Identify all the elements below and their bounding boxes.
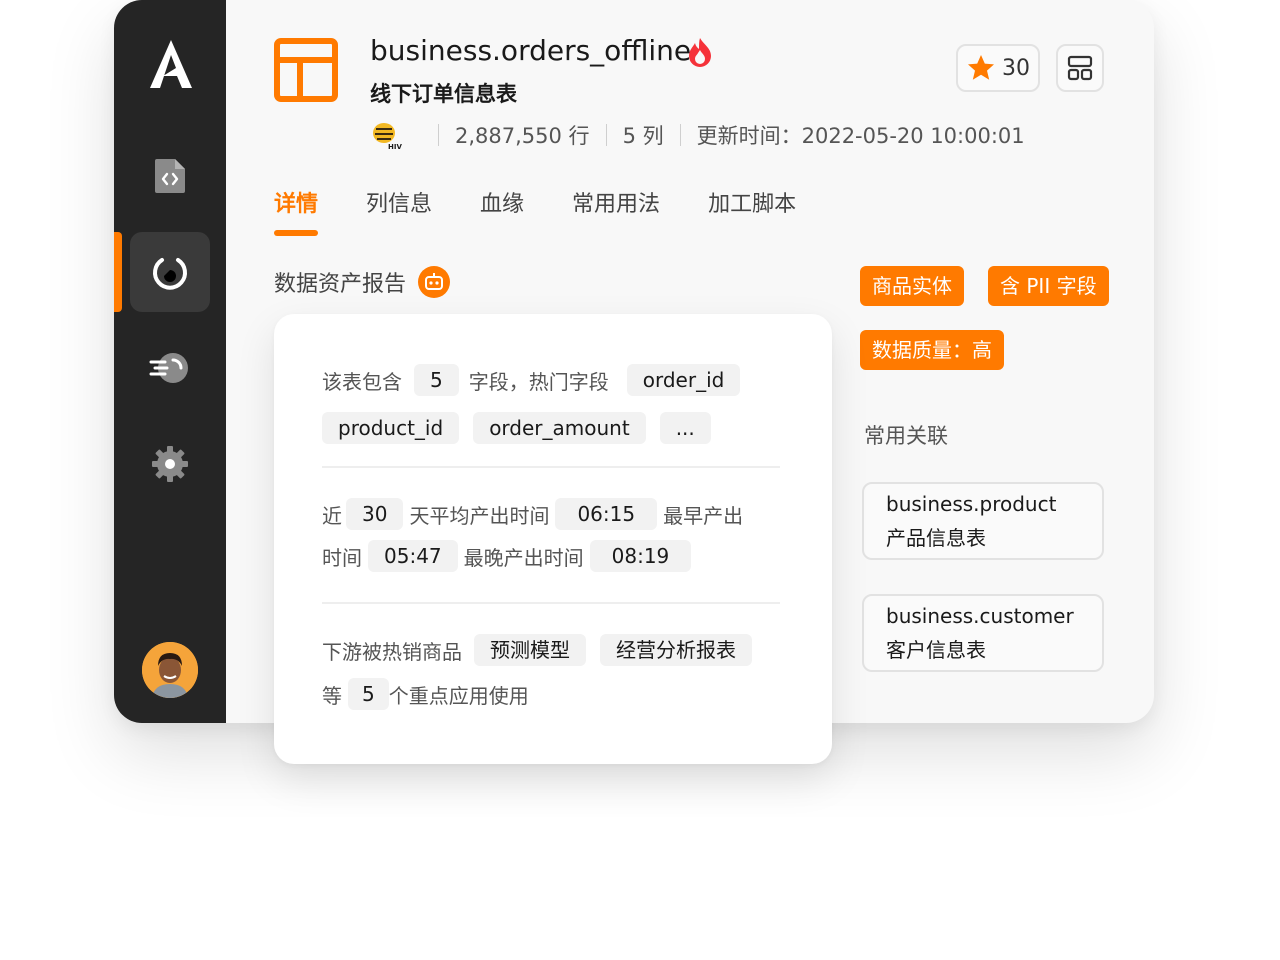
report-text: 天平均产出时间 <box>409 503 550 528</box>
gear-icon <box>152 446 188 482</box>
star-icon <box>968 55 994 80</box>
avatar[interactable] <box>142 642 198 698</box>
report-text: 字段，热门字段 <box>468 369 609 394</box>
report-text: 该表包含 <box>322 369 402 394</box>
robot-icon[interactable] <box>418 266 451 298</box>
report-line-downstream: 下游被热销商品 预测模型 经营分析报表 <box>322 634 758 666</box>
hive-icon: HIVE <box>373 123 402 151</box>
tag-pii[interactable]: 含 PII 字段 <box>988 266 1109 306</box>
association-card[interactable]: business.product 产品信息表 <box>862 482 1104 560</box>
report-text: 个重点应用使用 <box>388 683 529 708</box>
report-text: 时间 <box>322 545 362 570</box>
days-chip: 30 <box>346 498 404 530</box>
active-nav-indicator <box>114 232 122 312</box>
more-fields-chip[interactable]: ... <box>659 412 711 444</box>
user-avatar-icon <box>142 642 198 698</box>
speed-icon <box>149 353 188 383</box>
updated-time: 更新时间：2022-05-20 10:00:01 <box>696 124 1025 148</box>
report-line-fields: 该表包含 5 字段，热门字段 order_id <box>322 364 746 396</box>
tab-lineage[interactable]: 血缘 <box>480 186 524 230</box>
sidebar <box>114 0 226 723</box>
layout-icon <box>1067 55 1093 81</box>
tab-scripts[interactable]: 加工脚本 <box>708 186 796 230</box>
association-name: business.product <box>886 492 1057 516</box>
report-text: 下游被热销商品 <box>322 639 462 664</box>
table-meta: HIVE 2,887,550 行 5 列 更新时间：2022-05-20 10:… <box>370 118 1025 152</box>
association-desc: 产品信息表 <box>886 526 986 550</box>
hot-field-chip[interactable]: product_id <box>322 412 460 444</box>
nav-item-code[interactable] <box>130 136 210 216</box>
layout-button[interactable] <box>1056 44 1104 92</box>
earliest-time-chip: 05:47 <box>368 540 458 572</box>
tab-bar: 详情 列信息 血缘 常用用法 加工脚本 <box>274 186 844 236</box>
report-line-output-time: 近 30 天平均产出时间 06:15 最早产出 <box>322 498 743 530</box>
report-text: 最早产出 <box>663 503 744 528</box>
table-description: 线下订单信息表 <box>370 82 517 106</box>
nav-item-speed[interactable] <box>130 328 210 408</box>
refresh-circle-icon <box>153 258 187 290</box>
report-text: 最晚产出时间 <box>463 545 584 570</box>
associations-title: 常用关联 <box>864 424 948 448</box>
meta-separator <box>438 124 439 146</box>
hot-field-chip[interactable]: order_amount <box>473 412 646 444</box>
nav-item-settings[interactable] <box>130 424 210 504</box>
divider <box>322 602 780 604</box>
fire-icon <box>689 38 711 67</box>
star-button[interactable]: 30 <box>956 44 1040 92</box>
tab-columns[interactable]: 列信息 <box>366 186 432 230</box>
row-count: 2,887,550 行 <box>455 124 590 148</box>
field-count-chip: 5 <box>414 364 459 396</box>
association-card[interactable]: business.customer 客户信息表 <box>862 594 1104 672</box>
app-count-chip: 5 <box>348 678 389 710</box>
table-icon <box>274 38 338 102</box>
report-text: 近 <box>322 503 342 528</box>
hive-badge-text: HIVE <box>388 143 402 151</box>
report-title-text: 数据资产报告 <box>274 272 407 297</box>
report-card: 该表包含 5 字段，热门字段 order_id product_id order… <box>274 314 832 764</box>
tag-entity[interactable]: 商品实体 <box>860 266 964 306</box>
meta-separator <box>605 124 607 146</box>
association-name: business.customer <box>886 604 1074 628</box>
avg-time-chip: 06:15 <box>555 498 658 530</box>
meta-separator <box>679 124 681 146</box>
report-line-app-count: 等 5 个重点应用使用 <box>322 678 529 710</box>
downstream-app-chip[interactable]: 经营分析报表 <box>600 634 752 666</box>
tag-quality[interactable]: 数据质量：高 <box>860 330 1004 370</box>
report-line-hot-fields: product_id order_amount ... <box>322 412 717 444</box>
report-line-earliest-latest: 时间 05:47 最晚产出时间 08:19 <box>322 540 697 572</box>
code-file-icon <box>155 159 185 193</box>
report-text: 等 <box>322 683 342 708</box>
latest-time-chip: 08:19 <box>589 540 692 572</box>
table-name: business.orders_offline <box>370 34 692 67</box>
nav-item-assets[interactable] <box>130 232 210 312</box>
column-count: 5 列 <box>622 124 664 148</box>
logo-icon[interactable] <box>148 38 194 90</box>
report-title: 数据资产报告 <box>274 266 451 298</box>
tab-usage[interactable]: 常用用法 <box>572 186 660 230</box>
association-desc: 客户信息表 <box>886 638 986 662</box>
divider <box>322 466 780 468</box>
tab-details[interactable]: 详情 <box>274 186 319 236</box>
star-count: 30 <box>1002 55 1030 81</box>
downstream-app-chip[interactable]: 预测模型 <box>474 634 586 666</box>
hot-field-chip[interactable]: order_id <box>626 364 741 396</box>
